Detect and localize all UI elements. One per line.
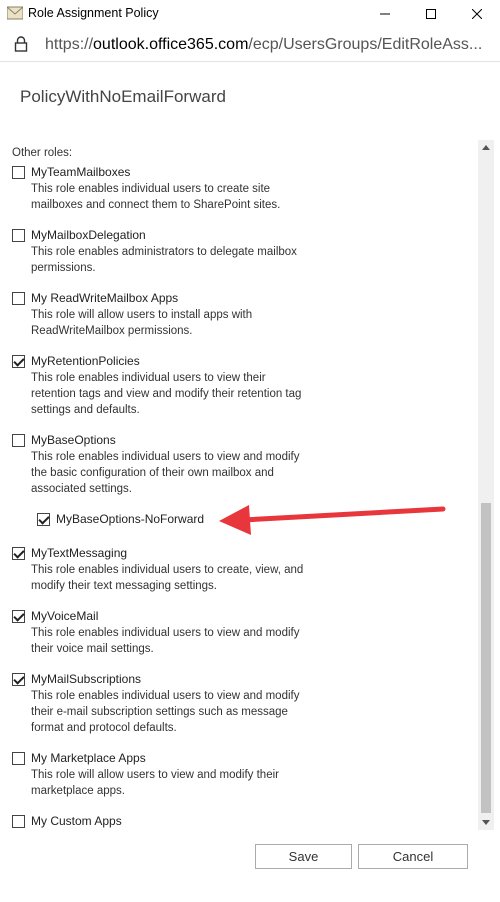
url-path: /ecp/UsersGroups/EditRoleAss...: [248, 36, 483, 53]
minimize-button[interactable]: [362, 0, 408, 28]
role-name: MyTeamMailboxes: [31, 165, 131, 179]
save-button[interactable]: Save: [255, 844, 352, 869]
role-checkbox[interactable]: [12, 292, 25, 305]
role-checkbox[interactable]: [12, 166, 25, 179]
cancel-button[interactable]: Cancel: [358, 844, 468, 869]
role-name: MyMailboxDelegation: [31, 228, 146, 242]
role-description: This role enables individual users to cr…: [31, 183, 281, 211]
role-checkbox[interactable]: [12, 547, 25, 560]
other-roles-label: Other roles:: [12, 147, 73, 159]
role-checkbox[interactable]: [12, 229, 25, 242]
close-button[interactable]: [454, 0, 500, 28]
role-description: This role enables individual users to cr…: [31, 564, 304, 592]
role-description: This role enables administrators to dele…: [31, 246, 297, 274]
url-protocol: https://: [45, 36, 94, 53]
role-name: MyBaseOptions-NoForward: [56, 512, 205, 526]
role-name: MyTextMessaging: [31, 546, 128, 560]
scroll-up-icon[interactable]: [482, 145, 490, 150]
role-checkbox[interactable]: [12, 673, 25, 686]
role-description: This role enables individual users to vi…: [31, 627, 300, 655]
policy-name-title: PolicyWithNoEmailForward: [20, 87, 226, 106]
role-checkbox[interactable]: [12, 610, 25, 623]
role-name: My Custom Apps: [31, 814, 122, 828]
role-name: My ReadWriteMailbox Apps: [31, 291, 179, 305]
roles-list[interactable]: Other roles: MyTeamMailboxes This role e…: [0, 140, 478, 830]
role-name: MyVoiceMail: [31, 609, 99, 623]
role-checkbox[interactable]: [12, 434, 25, 447]
scrollbar-thumb[interactable]: [481, 503, 491, 813]
role-checkbox[interactable]: [12, 815, 25, 828]
role-checkbox[interactable]: [12, 355, 25, 368]
role-description: This role will allow users to install ap…: [31, 309, 253, 337]
annotation-arrow-icon: [219, 505, 446, 535]
window-titlebar: Role Assignment Policy: [0, 0, 500, 28]
scrollbar[interactable]: [478, 140, 494, 830]
role-description: This role enables individual users to vi…: [31, 451, 300, 495]
outlook-app-icon: [7, 6, 23, 20]
close-icon: [472, 9, 482, 19]
url-host: outlook.office365.com: [93, 36, 249, 53]
lock-icon: [14, 36, 28, 52]
role-name: MyMailSubscriptions: [31, 672, 142, 686]
role-checkbox[interactable]: [37, 513, 50, 526]
role-name: MyBaseOptions: [31, 433, 116, 447]
scroll-down-icon[interactable]: [482, 820, 490, 825]
role-name: My Marketplace Apps: [31, 751, 146, 765]
role-description: This role will allow users to view and m…: [31, 769, 279, 797]
maximize-icon: [426, 9, 436, 19]
minimize-icon: [380, 13, 390, 15]
maximize-button[interactable]: [408, 0, 454, 28]
role-checkbox[interactable]: [12, 752, 25, 765]
url-text[interactable]: https://outlook.office365.com/ecp/UsersG…: [45, 36, 485, 54]
window-title: Role Assignment Policy: [28, 6, 159, 20]
role-description: This role enables individual users to vi…: [31, 372, 302, 416]
role-description: This role enables individual users to vi…: [31, 690, 300, 734]
role-name: MyRetentionPolicies: [31, 354, 140, 368]
